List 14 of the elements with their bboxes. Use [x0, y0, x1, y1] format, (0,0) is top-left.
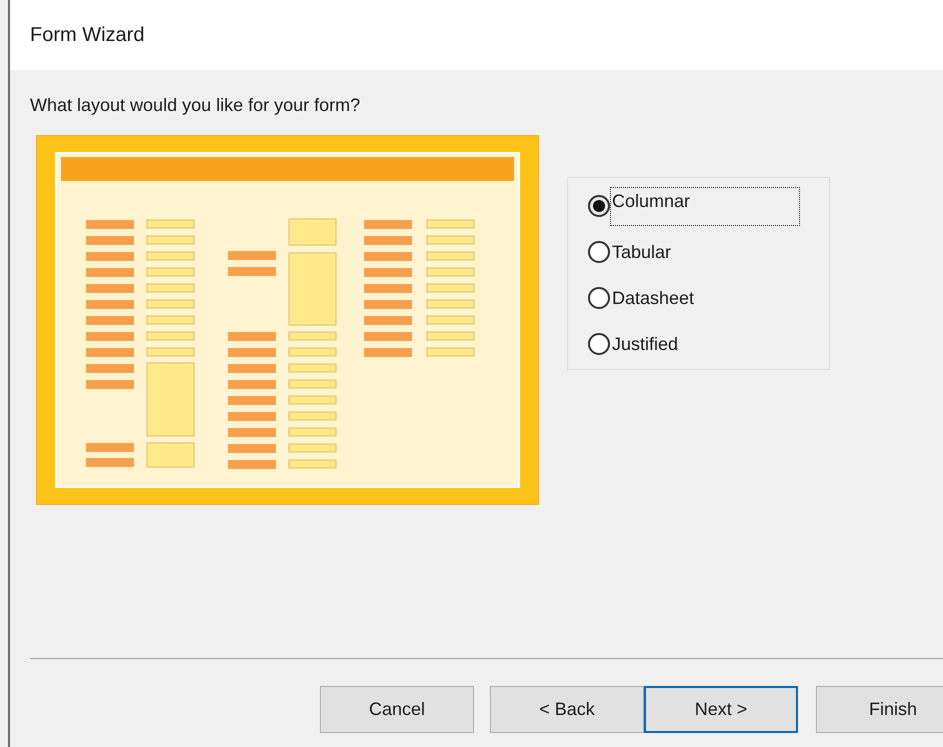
dialog-button[interactable]: Next >	[644, 686, 798, 733]
radio-button[interactable]	[588, 195, 610, 217]
radio-button[interactable]	[588, 333, 610, 355]
window-title: Form Wizard	[30, 23, 144, 48]
option-label[interactable]: Tabular	[610, 238, 672, 266]
dialog-button[interactable]: < Back	[490, 686, 644, 733]
prompt-text: What layout would you like for your form?	[30, 95, 360, 115]
option-label[interactable]: Datasheet	[610, 284, 696, 312]
dialog-button[interactable]: Finish	[816, 686, 943, 733]
dialog-button[interactable]: Cancel	[320, 686, 474, 733]
radio-button[interactable]	[588, 287, 610, 309]
radio-button[interactable]	[588, 241, 610, 263]
option-label[interactable]: Columnar	[610, 186, 800, 226]
option-label[interactable]: Justified	[610, 330, 680, 358]
